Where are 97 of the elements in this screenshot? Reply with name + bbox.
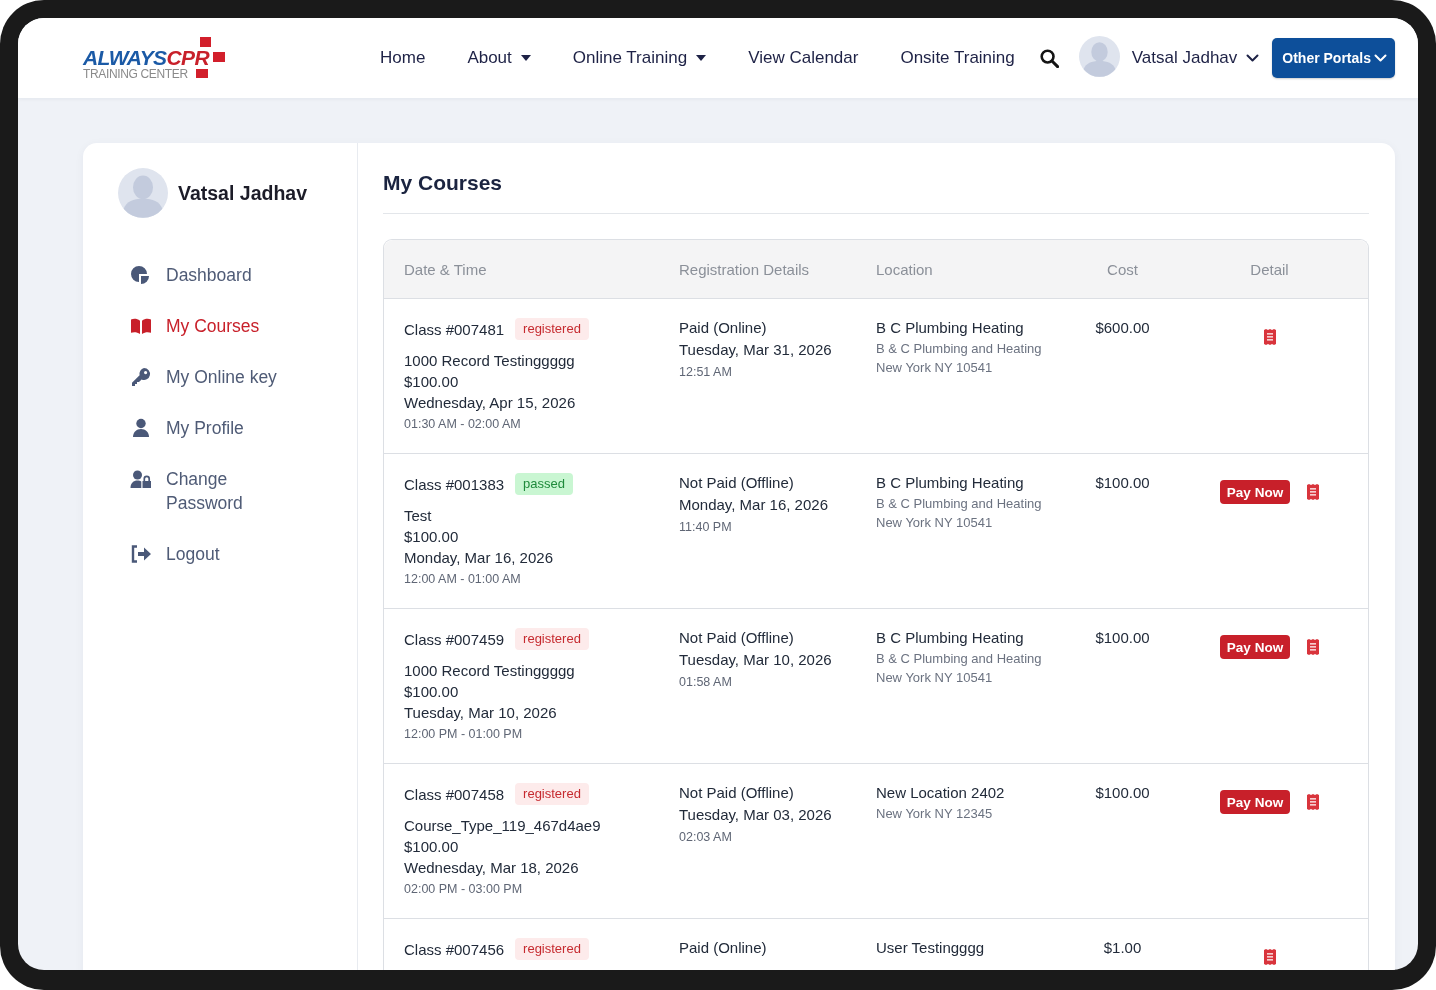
course-name: 1000 Record Testinggggg [404,661,576,681]
payment-status: Paid (Online) [679,938,768,958]
column-header: Date & Time [404,260,487,278]
location-address: B & C Plumbing and Heating [876,495,1043,513]
class-date: Monday, Mar 16, 2026 [404,548,554,568]
logo-tagline: TRAINING CENTER [83,67,188,80]
receipt-icon[interactable] [1307,484,1320,500]
cost-value: $1.00 [1102,938,1143,958]
class-number: Class #007459 [404,630,505,648]
receipt-icon[interactable] [1263,329,1276,345]
payment-status: Not Paid (Offline) [679,628,795,648]
cost-value: $100.00 [1094,783,1151,803]
class-time: 02:00 PM - 03:00 PM [404,881,524,898]
column-header: Location [876,260,933,278]
location-address: New York NY 10541 [876,669,994,687]
registration-time: 02:03 AM [679,829,733,846]
course-price: $100.00 [404,682,460,702]
registration-time: 11:40 PM [679,519,733,536]
location-address: New York NY 10541 [876,514,994,532]
sidebar-item[interactable]: My Online key [130,365,357,389]
course-price: $100.00 [404,527,460,547]
nav-link[interactable]: About [467,48,531,68]
status-badge: registered [515,628,589,650]
logout-icon [130,544,152,564]
status-badge: registered [515,318,589,340]
pay-now-button[interactable]: Pay Now [1219,790,1291,814]
nav-link[interactable]: Onsite Training [900,48,1015,68]
registration-date: Monday, Mar 16, 2026 [679,495,829,515]
cost-value: $100.00 [1094,473,1151,493]
status-badge: registered [515,783,589,805]
nav-link[interactable]: View Calendar [748,48,859,68]
course-name: 1000 Record Testinggggg [404,351,576,371]
class-time: 12:00 AM - 01:00 AM [404,571,522,588]
location-address: New York NY 12345 [876,805,994,823]
location-name: B C Plumbing Heating [876,473,1025,493]
nav-link[interactable]: Home [380,48,426,68]
sidebar-item[interactable]: My Courses [130,314,357,338]
column-header: Cost [1107,260,1138,278]
user-lock-icon [130,469,152,489]
avatar-icon [1078,35,1120,77]
column-header: Detail [1250,260,1289,278]
column-header: Registration Details [679,260,810,278]
location-name: B C Plumbing Heating [876,628,1025,648]
open-book-icon [130,316,152,336]
avatar-icon [118,168,168,218]
cost-value: $600.00 [1094,318,1151,338]
course-price: $100.00 [404,372,460,392]
location-address: New York NY 10541 [876,359,994,377]
registration-date: Tuesday, Mar 03, 2026 [679,805,833,825]
registration-time: 12:51 AM [679,364,733,381]
user-name: Vatsal Jadhav [178,181,307,205]
class-time: 12:00 PM - 01:00 PM [404,726,524,743]
course-price: $100.00 [404,837,460,857]
pay-now-button[interactable]: Pay Now [1219,480,1291,504]
receipt-icon[interactable] [1307,794,1320,810]
user-icon [130,418,152,438]
location-address: B & C Plumbing and Heating [876,340,1043,358]
pay-now-button[interactable]: Pay Now [1219,635,1291,659]
sidebar-item[interactable]: My Profile [130,416,357,440]
registration-date: Tuesday, Mar 10, 2026 [679,650,833,670]
registration-date: Tuesday, Mar 31, 2026 [679,340,833,360]
logo-wordmark: ALWAYSCPR [83,46,210,68]
payment-status: Not Paid (Offline) [679,783,795,803]
key-icon [130,367,152,387]
payment-status: Paid (Online) [679,318,768,338]
class-time: 01:30 AM - 02:00 AM [404,416,522,433]
class-date: Tuesday, Mar 10, 2026 [404,703,558,723]
receipt-icon[interactable] [1307,639,1320,655]
class-number: Class #007458 [404,785,505,803]
registration-time: 01:58 AM [679,674,733,691]
location-name: New Location 2402 [876,783,1006,803]
sidebar-item[interactable]: Dashboard [130,263,357,287]
nav-link[interactable]: Online Training [572,48,707,68]
page-title: My Courses [383,170,504,196]
course-name: Test [404,506,433,526]
class-date: Wednesday, Apr 15, 2026 [404,393,577,413]
class-number: Class #007481 [404,320,505,338]
status-badge: passed [515,473,573,495]
status-badge: registered [515,938,589,960]
sidebar-item[interactable]: Logout [130,542,357,566]
location-name: User Testingggg [876,938,986,958]
sidebar-item[interactable]: Change Password [130,467,357,515]
location-name: B C Plumbing Heating [876,318,1025,338]
search-icon[interactable] [1039,48,1059,68]
other-portals-button[interactable]: Other Portals [1272,38,1395,78]
course-name: Course_Type_119_467d4ae9 [404,816,602,836]
receipt-icon[interactable] [1263,949,1276,965]
user-menu[interactable]: Vatsal Jadhav [1131,48,1260,68]
chevron-icon [1246,54,1260,62]
chevron-icon [1374,54,1387,62]
location-address: B & C Plumbing and Heating [876,650,1043,668]
class-date: Wednesday, Mar 18, 2026 [404,858,580,878]
class-number: Class #007456 [404,940,505,958]
cost-value: $100.00 [1094,628,1151,648]
payment-status: Not Paid (Offline) [679,473,795,493]
pie-chart-icon [130,265,152,285]
class-number: Class #001383 [404,475,505,493]
